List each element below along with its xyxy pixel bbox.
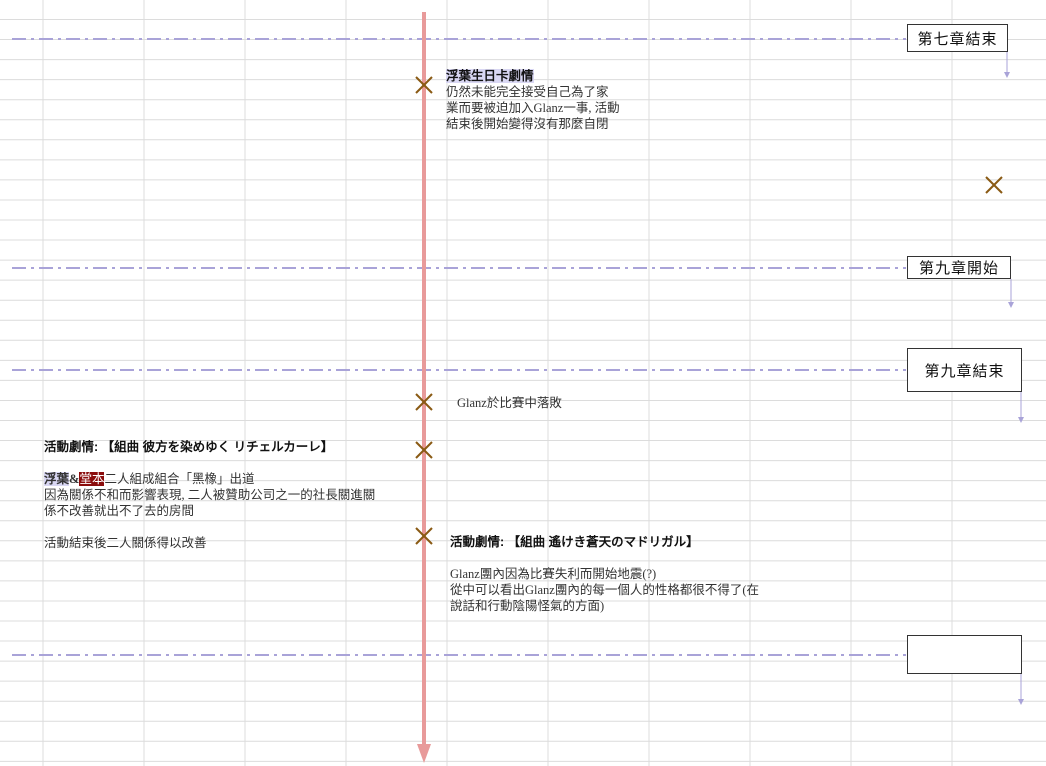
- note-spacer: [44, 455, 375, 471]
- down-arrow-icon: [1008, 279, 1014, 308]
- note-match-defeat: Glanz於比賽中落敗: [457, 395, 562, 411]
- note-line-rest: 二人組成組合「黑橡」出道: [104, 472, 255, 486]
- event-markers: [415, 76, 1003, 545]
- note-title: 活動劇情: 【組曲 彼方を染めゆく リチェルカーレ】: [44, 440, 334, 454]
- highlight-name: 堂本: [79, 472, 105, 486]
- note-line: 從中可以看出Glanz團內的每一個人的性格都很不得了(在: [450, 583, 760, 597]
- note-line: Glanz於比賽中落敗: [457, 396, 562, 410]
- chapter-box-ch9-start[interactable]: 第九章開始: [907, 256, 1011, 279]
- note-line: 因為關係不和而影響表現, 二人被贊助公司之一的社長關進關: [44, 488, 376, 502]
- note-title-text: 浮葉生日卡劇情: [446, 69, 534, 83]
- down-arrow-icon: [1018, 674, 1024, 705]
- chapter-box-ch9-end[interactable]: 第九章結束: [907, 348, 1022, 392]
- chapter-label: 第九章開始: [918, 260, 999, 277]
- highlight-name: 浮葉: [44, 472, 70, 486]
- chapter-box-empty[interactable]: [907, 635, 1022, 674]
- chapter-label: 第七章結束: [917, 30, 998, 48]
- note-line: 結束後開始變得沒有那麼自閉: [446, 117, 609, 131]
- down-arrow-icon: [1018, 392, 1024, 423]
- note-line: 說話和行動陰陽怪氣的方面): [450, 599, 605, 613]
- note-birthday-story: 浮葉生日卡劇情 仍然未能完全接受自己為了家 業而要被迫加入Glanz一事, 活動…: [446, 68, 620, 132]
- note-line: 係不改善就出不了去的房間: [44, 504, 195, 518]
- ampersand: &: [69, 472, 80, 486]
- note-title: 活動劇情: 【組曲 遙けき蒼天のマドリガル】: [450, 535, 699, 549]
- note-line: 浮葉&堂本二人組成組合「黑橡」出道: [44, 471, 375, 487]
- chapter-box-ch7-end[interactable]: 第七章結束: [907, 24, 1008, 52]
- main-timeline-arrow: [417, 12, 431, 763]
- main-arrow-head-icon: [417, 744, 431, 763]
- note-title: 浮葉生日卡劇情: [446, 68, 620, 84]
- down-arrow-icon: [1004, 52, 1010, 78]
- note-line: Glanz團內因為比賽失利而開始地震(?): [450, 567, 657, 581]
- cross-marker-icon: [985, 176, 1003, 194]
- chapter-label: 第九章結束: [924, 362, 1005, 380]
- note-event-story-1: 活動劇情: 【組曲 彼方を染めゆく リチェルカーレ】 浮葉&堂本二人組成組合「黑…: [44, 439, 375, 551]
- note-line: 業而要被迫加入Glanz一事, 活動: [446, 101, 620, 115]
- note-spacer: [44, 519, 375, 535]
- note-spacer: [450, 550, 759, 566]
- note-line: 仍然未能完全接受自己為了家: [446, 85, 609, 99]
- note-line: 活動結束後二人關係得以改善: [44, 536, 207, 550]
- note-event-story-2: 活動劇情: 【組曲 遙けき蒼天のマドリガル】 Glanz團內因為比賽失利而開始地…: [450, 534, 759, 614]
